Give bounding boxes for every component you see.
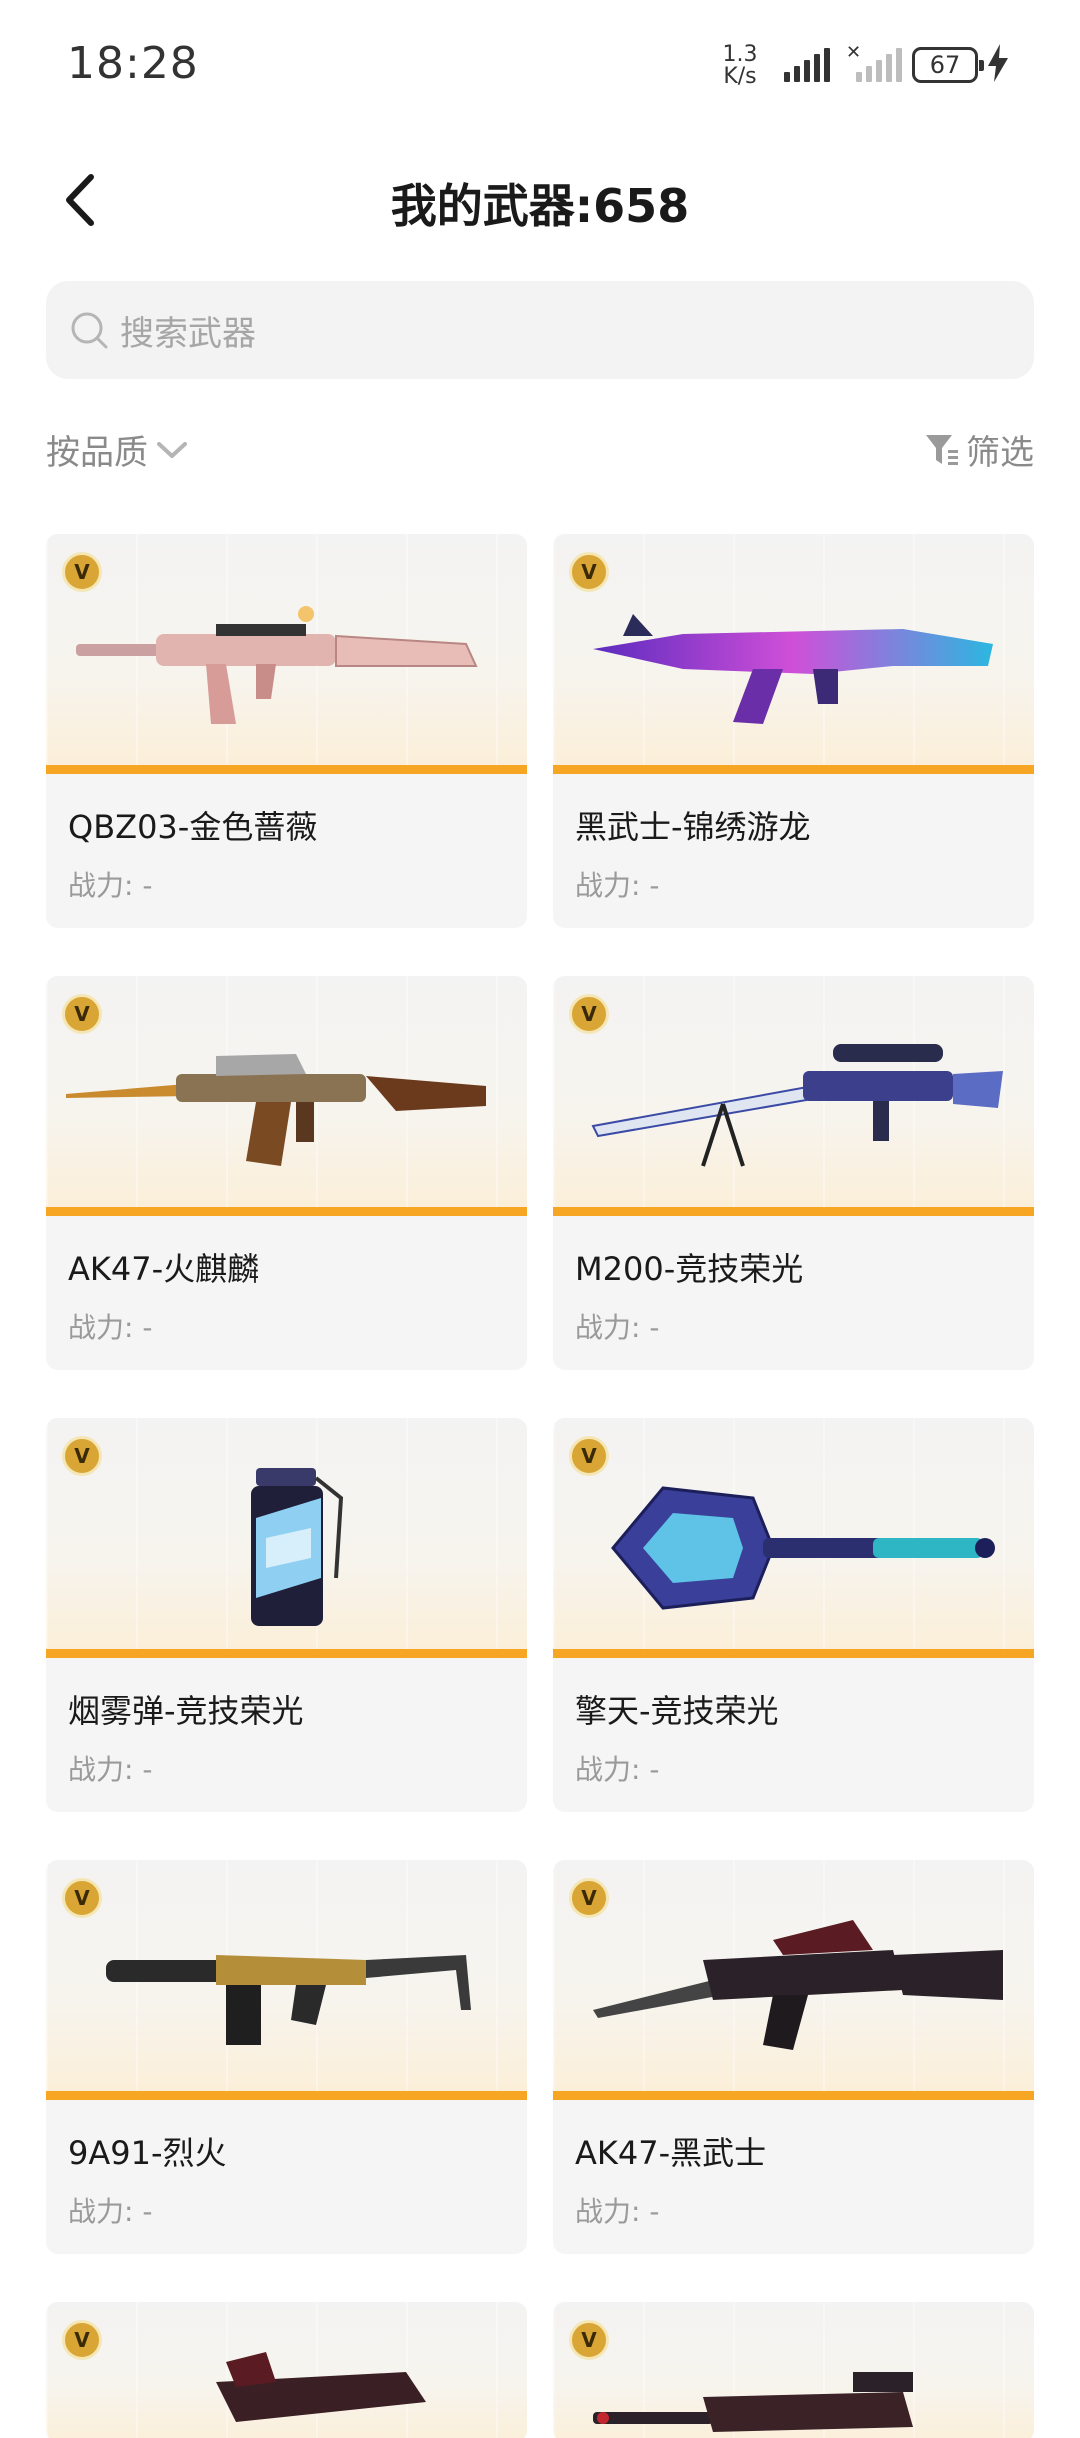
sort-label: 按品质 (46, 433, 148, 473)
top-bar: 我的武器:658 (0, 150, 1080, 250)
weapon-image: V (46, 1418, 527, 1658)
weapon-grid: V QBZ03-金色蔷薇 战力: - V 黑武士-锦绣游龙 战力: - V AK… (46, 534, 1034, 2438)
weapon-card[interactable]: V AK47-黑武士 战力: - (553, 1860, 1034, 2254)
weapon-power: 战力: - (68, 2195, 153, 2228)
weapon-name: 擎天-竞技荣光 (575, 1692, 779, 1730)
weapon-power: 战力: - (575, 2195, 660, 2228)
page-title: 我的武器:658 (390, 179, 690, 233)
weapon-card[interactable]: V 黑武士-锦绣游龙 战力: - (553, 534, 1034, 928)
shovel-melee-icon (611, 1486, 995, 1610)
rifle-icon (106, 1955, 471, 2045)
rifle-icon (593, 1920, 1003, 2050)
weapon-card[interactable]: V 擎天-竞技荣光 战力: - (553, 1418, 1034, 1812)
weapon-card[interactable]: V QBZ03-金色蔷薇 战力: - (46, 534, 527, 928)
weapon-power: 战力: - (68, 1753, 153, 1786)
weapon-name: 9A91-烈火 (68, 2134, 227, 2172)
charging-icon (988, 44, 1008, 86)
weapon-name: M200-竞技荣光 (575, 1250, 804, 1288)
rifle-icon (593, 2372, 913, 2432)
weapon-power: 战力: - (575, 869, 660, 902)
weapon-image: V (553, 1860, 1034, 2100)
smoke-grenade-icon (251, 1468, 344, 1626)
search-input[interactable]: 搜索武器 (46, 281, 1034, 379)
pistol-icon (216, 2352, 426, 2422)
weapon-image: V (46, 2302, 527, 2438)
weapon-power: 战力: - (575, 1311, 660, 1344)
status-bar: 18:28 1.3 K/s ✕ 67 (0, 0, 1080, 140)
weapon-card[interactable]: V 9A91-烈火 战力: - (46, 1860, 527, 2254)
weapon-card[interactable]: V 烟雾弹-竞技荣光 战力: - (46, 1418, 527, 1812)
weapon-name: 黑武士-锦绣游龙 (575, 808, 811, 846)
network-speed: 1.3 K/s (722, 42, 758, 89)
filter-icon (924, 432, 960, 468)
weapon-image: V (553, 976, 1034, 1216)
signal-strength-icon (784, 48, 830, 82)
signal-strength-secondary-icon (856, 48, 902, 82)
weapon-card[interactable]: V M200-竞技荣光 战力: - (553, 976, 1034, 1370)
weapon-card[interactable]: V (46, 2302, 527, 2438)
rifle-icon (76, 606, 478, 724)
search-placeholder: 搜索武器 (120, 313, 256, 354)
sniper-rifle-icon (591, 1044, 1003, 1167)
rifle-icon (593, 614, 993, 724)
clock: 18:28 (67, 38, 199, 89)
chevron-down-icon (156, 440, 188, 460)
rifle-icon (66, 1054, 486, 1166)
battery-icon: 67 (912, 47, 984, 83)
weapon-name: 烟雾弹-竞技荣光 (68, 1692, 304, 1730)
weapon-image: V (46, 1860, 527, 2100)
sort-dropdown[interactable]: 按品质 (46, 425, 188, 474)
weapon-card[interactable]: V AK47-火麒麟 战力: - (46, 976, 527, 1370)
filter-label: 筛选 (966, 433, 1034, 473)
weapon-name: AK47-火麒麟 (68, 1250, 260, 1288)
weapon-image: V (46, 976, 527, 1216)
weapon-power: 战力: - (68, 869, 153, 902)
weapon-image: V (553, 534, 1034, 774)
weapon-power: 战力: - (68, 1311, 153, 1344)
weapon-power: 战力: - (575, 1753, 660, 1786)
weapon-image: V (553, 1418, 1034, 1658)
weapon-name: QBZ03-金色蔷薇 (68, 808, 318, 846)
weapon-name: AK47-黑武士 (575, 2134, 767, 2172)
search-icon (68, 309, 110, 351)
filter-button[interactable]: 筛选 (924, 425, 1034, 474)
weapon-image: V (553, 2302, 1034, 2438)
weapon-image: V (46, 534, 527, 774)
weapon-card[interactable]: V (553, 2302, 1034, 2438)
